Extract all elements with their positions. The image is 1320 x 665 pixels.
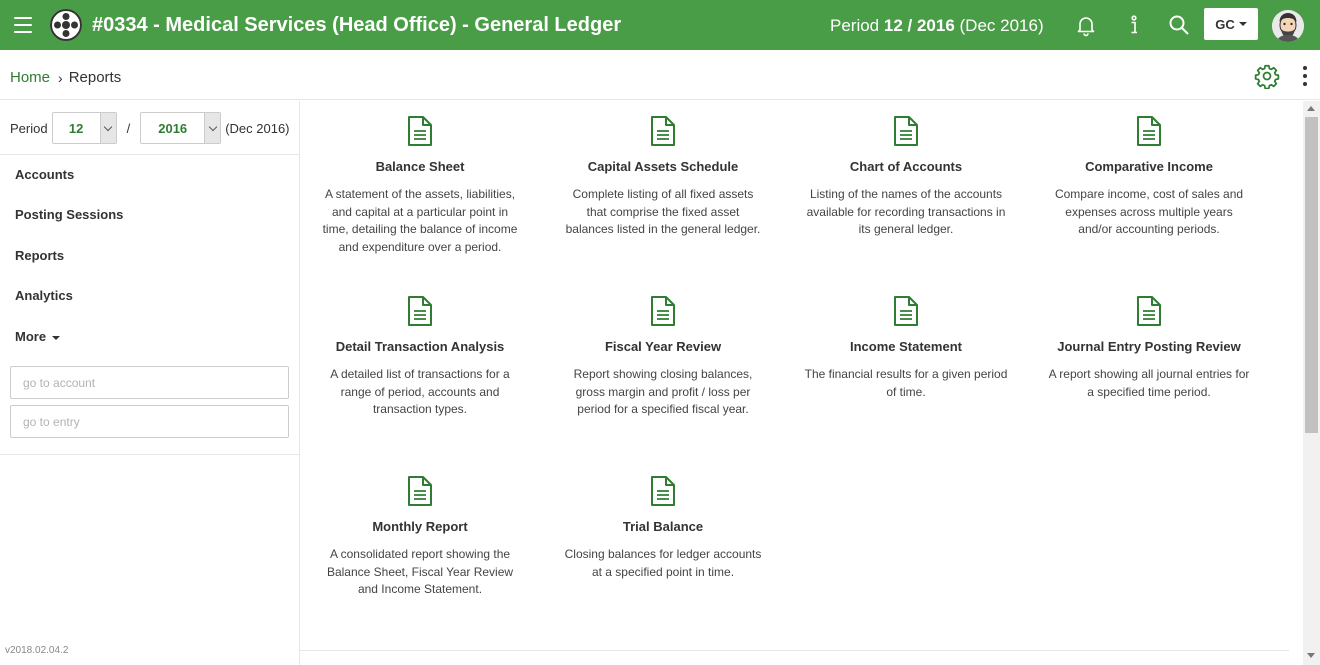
- divider: [0, 454, 299, 455]
- period-label: Period: [10, 120, 48, 136]
- report-card-monthly-report[interactable]: Monthly Report A consolidated report sho…: [310, 475, 530, 599]
- report-title: Journal Entry Posting Review: [1057, 339, 1241, 354]
- document-icon: [408, 476, 432, 506]
- report-title: Income Statement: [850, 339, 962, 354]
- month-value: 12: [68, 120, 84, 136]
- report-description: The financial results for a given period…: [804, 367, 1008, 399]
- period-hint: (Dec 2016): [225, 120, 290, 136]
- report-description: A statement of the assets, liabilities, …: [322, 187, 518, 254]
- report-description: Complete listing of all fixed assets tha…: [565, 187, 761, 236]
- sidebar-item-accounts[interactable]: Accounts: [15, 167, 74, 182]
- report-description: Report showing closing balances, gross m…: [573, 367, 753, 416]
- report-card-chart-of-accounts[interactable]: Chart of Accounts Listing of the names o…: [796, 115, 1016, 239]
- vertical-scrollbar[interactable]: [1303, 101, 1320, 665]
- gear-icon[interactable]: [1254, 63, 1280, 90]
- report-card-capital-assets-schedule[interactable]: Capital Assets Schedule Complete listing…: [553, 115, 773, 239]
- period-prefix: Period: [830, 16, 884, 35]
- report-card-journal-entry-posting-review[interactable]: Journal Entry Posting Review A report sh…: [1039, 295, 1259, 401]
- sidebar: Period 12 / 2016 (Dec 2016) Accounts Pos…: [0, 101, 300, 665]
- report-card-income-statement[interactable]: Income Statement The financial results f…: [796, 295, 1016, 401]
- chevron-right-icon: ›: [58, 69, 63, 86]
- document-icon: [894, 116, 918, 146]
- more-vertical-icon[interactable]: [1300, 66, 1310, 88]
- report-description: Compare income, cost of sales and expens…: [1054, 187, 1244, 236]
- scroll-up-arrow-icon[interactable]: [1307, 106, 1315, 111]
- scroll-down-arrow-icon[interactable]: [1307, 653, 1315, 658]
- report-title: Detail Transaction Analysis: [335, 339, 505, 354]
- report-description: Closing balances for ledger accounts at …: [564, 547, 762, 579]
- goto-entry-input[interactable]: [10, 405, 289, 438]
- period-separator: /: [126, 120, 131, 136]
- user-menu-button[interactable]: GC: [1204, 8, 1258, 40]
- divider: [0, 154, 299, 155]
- document-icon: [651, 476, 675, 506]
- report-title: Chart of Accounts: [849, 159, 963, 174]
- report-title: Monthly Report: [372, 519, 468, 534]
- breadcrumb-current: Reports: [68, 69, 122, 86]
- breadcrumb-bar: Home › Reports: [0, 50, 1320, 100]
- goto-account-input[interactable]: [10, 366, 289, 399]
- report-description: A report showing all journal entries for…: [1048, 367, 1250, 399]
- top-bar: #0334 - Medical Services (Head Office) -…: [0, 0, 1320, 50]
- chevron-down-icon: [99, 113, 116, 143]
- report-card-detail-transaction-analysis[interactable]: Detail Transaction Analysis A detailed l…: [310, 295, 530, 419]
- period-value: 12 / 2016: [883, 16, 955, 35]
- report-description: Listing of the names of the accounts ava…: [806, 187, 1006, 236]
- search-icon[interactable]: [1167, 13, 1191, 37]
- document-icon: [894, 296, 918, 326]
- scrollbar-thumb[interactable]: [1305, 117, 1318, 433]
- document-icon: [408, 296, 432, 326]
- app-title: #0334 - Medical Services (Head Office) -…: [92, 14, 622, 36]
- report-description: A consolidated report showing the Balanc…: [326, 547, 514, 596]
- document-icon: [651, 116, 675, 146]
- sidebar-item-reports[interactable]: Reports: [15, 248, 64, 263]
- report-title: Capital Assets Schedule: [587, 159, 739, 174]
- report-card-fiscal-year-review[interactable]: Fiscal Year Review Report showing closin…: [553, 295, 773, 419]
- breadcrumb-home-link[interactable]: Home: [10, 69, 50, 86]
- caret-down-icon: [52, 335, 61, 340]
- report-card-balance-sheet[interactable]: Balance Sheet A statement of the assets,…: [310, 115, 530, 256]
- divider: [300, 650, 1289, 651]
- caret-down-icon: [1238, 22, 1247, 26]
- sidebar-item-more-label: More: [15, 329, 47, 344]
- report-title: Trial Balance: [622, 519, 704, 534]
- report-card-comparative-income[interactable]: Comparative Income Compare income, cost …: [1039, 115, 1259, 239]
- month-select[interactable]: 12: [51, 112, 117, 144]
- sidebar-item-more[interactable]: More: [15, 329, 61, 344]
- info-icon[interactable]: [1122, 13, 1146, 37]
- avatar[interactable]: [1272, 10, 1304, 42]
- document-icon: [651, 296, 675, 326]
- period-display[interactable]: Period 12 / 2016 (Dec 2016): [830, 16, 1044, 36]
- period-suffix: (Dec 2016): [954, 16, 1044, 35]
- report-title: Fiscal Year Review: [604, 339, 722, 354]
- report-description: A detailed list of transactions for a ra…: [330, 367, 510, 416]
- logo-icon[interactable]: [50, 9, 82, 41]
- sidebar-item-analytics[interactable]: Analytics: [15, 288, 73, 303]
- report-title: Balance Sheet: [375, 159, 465, 174]
- sidebar-item-posting-sessions[interactable]: Posting Sessions: [15, 207, 123, 222]
- menu-icon[interactable]: [14, 17, 32, 33]
- version-label: v2018.02.04.2: [5, 645, 69, 656]
- document-icon: [1137, 296, 1161, 326]
- bell-icon[interactable]: [1074, 13, 1098, 37]
- user-initials: GC: [1215, 16, 1235, 32]
- report-title: Comparative Income: [1085, 159, 1213, 174]
- breadcrumb: Home › Reports: [10, 69, 121, 86]
- chevron-down-icon: [204, 113, 221, 143]
- document-icon: [1137, 116, 1161, 146]
- year-select[interactable]: 2016: [140, 112, 222, 144]
- document-icon: [408, 116, 432, 146]
- period-selector: Period 12 / 2016 (Dec 2016): [10, 111, 290, 145]
- year-value: 2016: [158, 120, 188, 136]
- report-card-trial-balance[interactable]: Trial Balance Closing balances for ledge…: [553, 475, 773, 581]
- reports-grid: Balance Sheet A statement of the assets,…: [300, 101, 1303, 665]
